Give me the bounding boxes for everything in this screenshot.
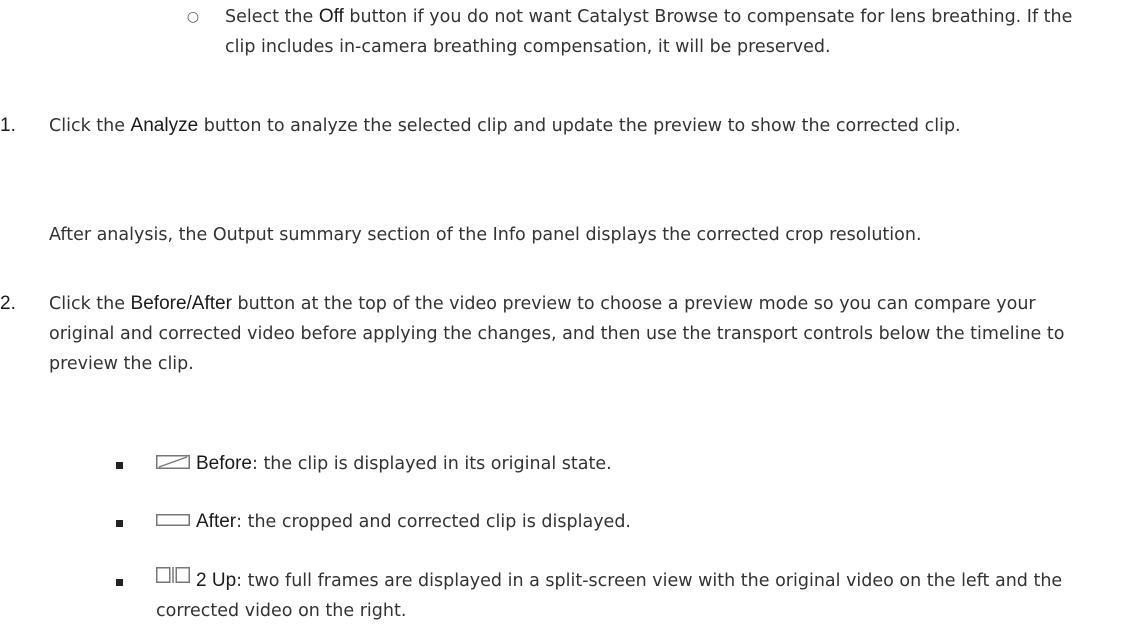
mode-bullet-before: Before: the clip is displayed in its ori… xyxy=(116,449,1096,479)
after-label: After xyxy=(196,511,237,532)
before-description: : the clip is displayed in its original … xyxy=(251,454,612,474)
step-prefix: Click the xyxy=(49,294,131,314)
step-1: 1. Click the Analyze button to analyze t… xyxy=(0,111,1100,141)
mode-bullet-after: After: the cropped and corrected clip is… xyxy=(116,507,1096,537)
before-mode-icon xyxy=(156,455,190,469)
two-up-mode-icon xyxy=(156,567,190,583)
sub-bullet-suffix: button if you do not want Catalyst Brows… xyxy=(225,7,1073,57)
step-prefix: Click the xyxy=(49,116,131,136)
sub-bullet-off: ○ Select the Off button if you do not wa… xyxy=(187,2,1105,62)
before-after-button-label: Before/After xyxy=(130,293,232,314)
square-bullet-icon xyxy=(116,579,123,586)
sub-bullet-prefix: Select the xyxy=(225,7,319,27)
step-number: 1. xyxy=(0,115,16,136)
after-mode-icon xyxy=(156,514,190,526)
circle-bullet-icon: ○ xyxy=(186,9,200,25)
two-up-label: 2 Up xyxy=(196,570,237,591)
square-bullet-icon xyxy=(116,520,123,527)
step-text: Click the Before/After button at the top… xyxy=(49,289,1100,379)
mode-bullet-2up: 2 Up: two full frames are displayed in a… xyxy=(116,566,1096,626)
analyze-button-label: Analyze xyxy=(130,115,199,136)
step-text: Click the Analyze button to analyze the … xyxy=(49,111,1100,141)
before-label: Before xyxy=(196,453,252,474)
two-up-description: : two full frames are displayed in a spl… xyxy=(156,571,1063,621)
off-button-label: Off xyxy=(318,6,344,27)
after-description: : the cropped and corrected clip is disp… xyxy=(236,512,631,532)
step-suffix: button to analyze the selected clip and … xyxy=(198,116,961,136)
after-analysis-paragraph: After analysis, the Output summary secti… xyxy=(49,225,922,245)
step-number: 2. xyxy=(0,293,16,314)
square-bullet-icon xyxy=(116,462,123,469)
step-2: 2. Click the Before/After button at the … xyxy=(0,289,1100,379)
